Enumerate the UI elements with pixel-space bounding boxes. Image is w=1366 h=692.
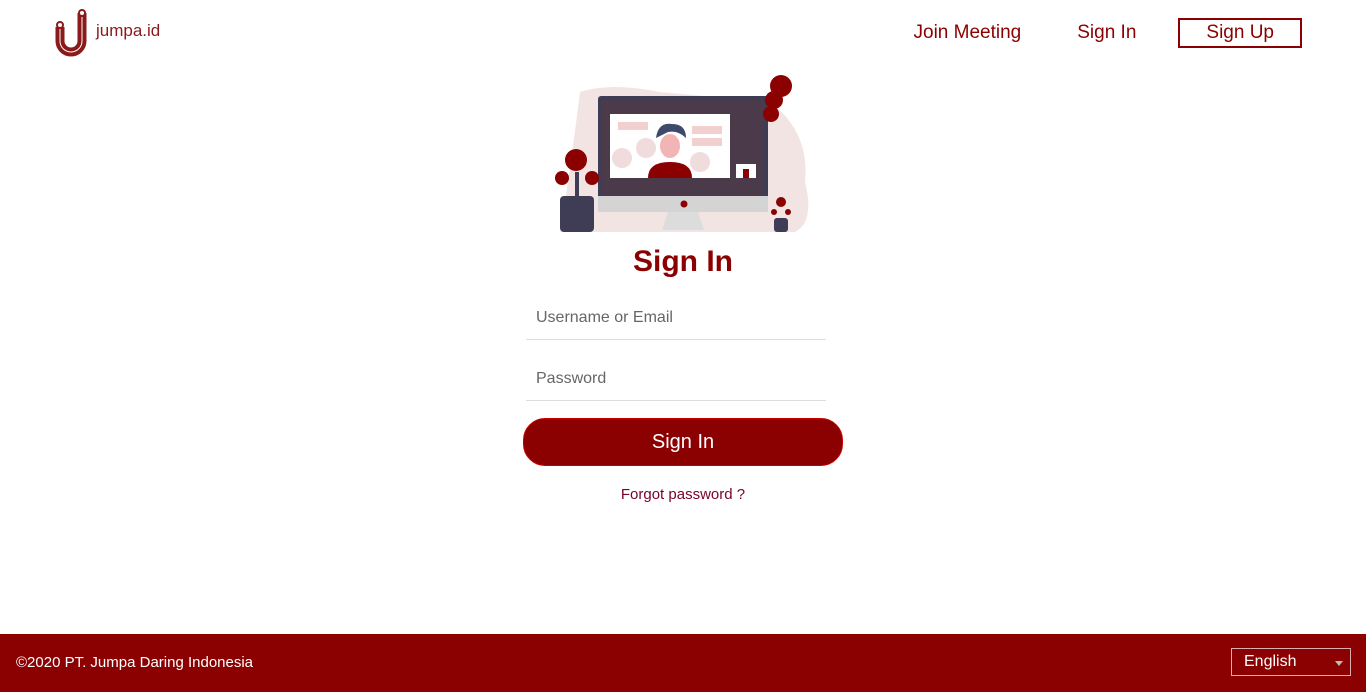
- username-input[interactable]: [526, 296, 826, 340]
- sign-up-button[interactable]: Sign Up: [1178, 18, 1302, 48]
- language-select[interactable]: English: [1231, 648, 1351, 676]
- sign-in-link[interactable]: Sign In: [1077, 22, 1136, 44]
- page-title: Sign In: [633, 245, 733, 278]
- chevron-down-icon: [1335, 661, 1343, 666]
- join-meeting-link[interactable]: Join Meeting: [914, 22, 1022, 44]
- top-nav: Join Meeting Sign In Sign Up: [858, 18, 1302, 48]
- jumpa-logo-icon: [55, 9, 87, 57]
- forgot-password-link[interactable]: Forgot password ?: [0, 486, 1366, 503]
- copyright: ©2020 PT. Jumpa Daring Indonesia: [16, 654, 254, 671]
- language-value: English: [1244, 653, 1297, 670]
- brand-name: jumpa.id: [96, 21, 161, 40]
- password-input[interactable]: [526, 357, 826, 401]
- sign-in-button[interactable]: Sign In: [523, 418, 843, 466]
- logo[interactable]: jumpa.id: [52, 9, 160, 59]
- video-meeting-illustration: [555, 75, 809, 232]
- footer: ©2020 PT. Jumpa Daring Indonesia English: [0, 634, 1366, 692]
